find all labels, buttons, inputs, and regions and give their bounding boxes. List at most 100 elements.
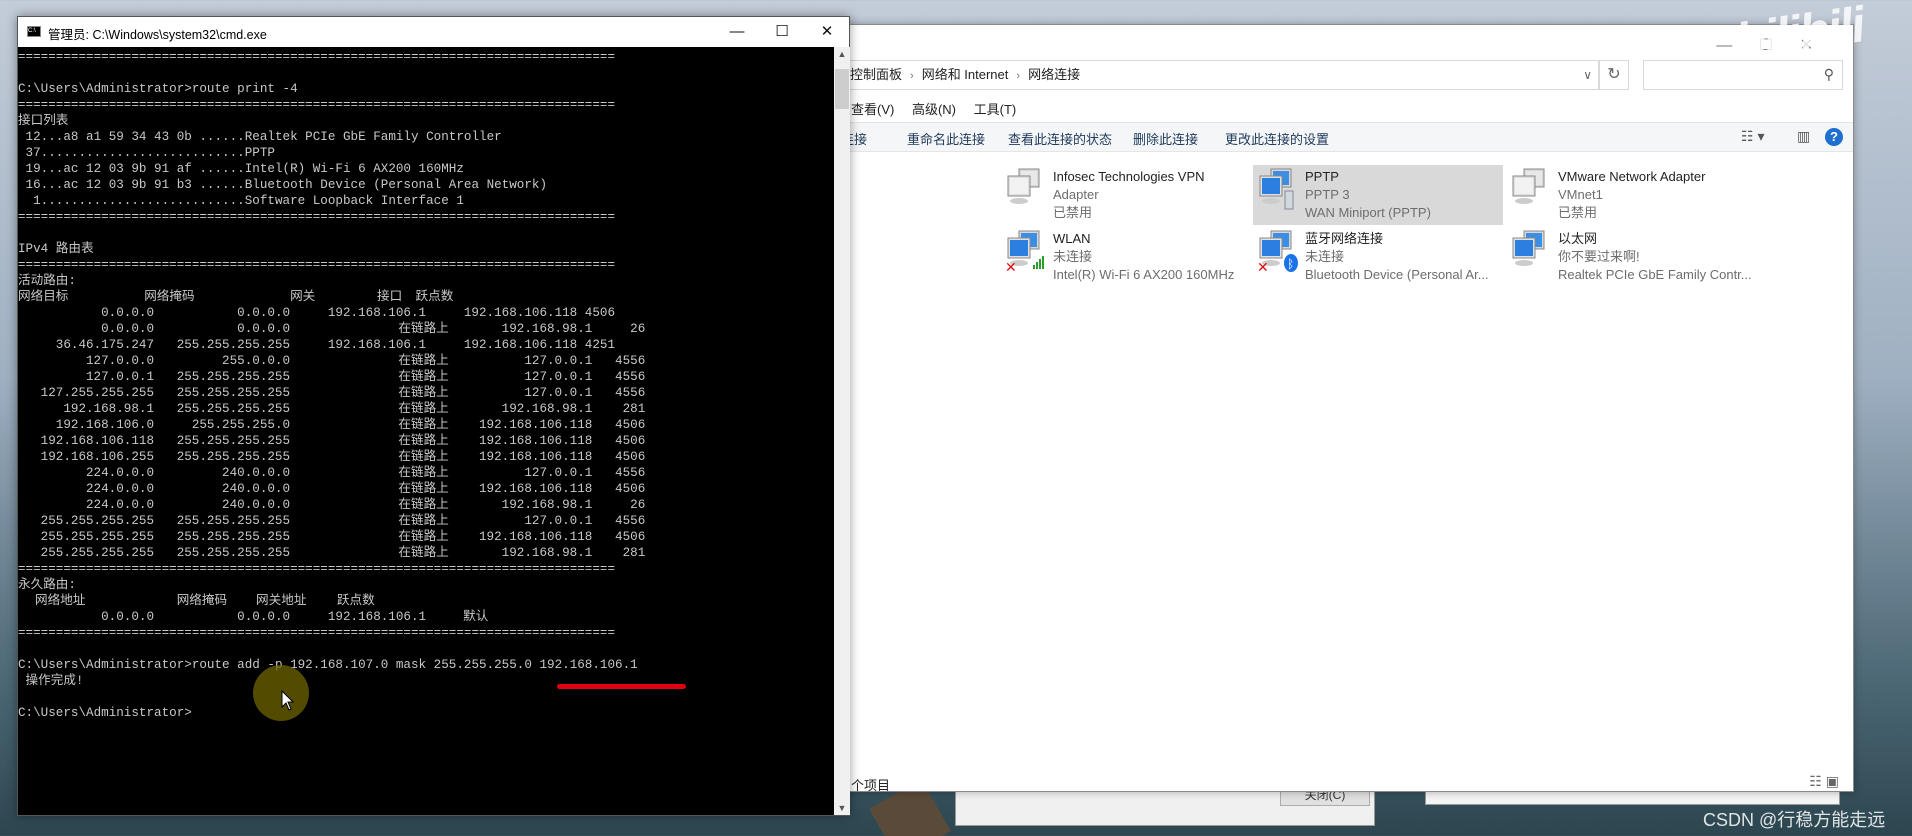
console-output[interactable]: ========================================…: [18, 47, 833, 815]
separator: ========================================…: [18, 562, 616, 576]
minimize-button[interactable]: —: [1716, 37, 1732, 54]
command-bar: 连接 重命名此连接 查看此连接的状态 删除此连接 更改此连接的设置 ☷ ▾ ▥ …: [701, 122, 1853, 152]
help-icon[interactable]: ?: [1825, 128, 1843, 146]
separator: ========================================…: [18, 50, 616, 64]
network-disabled-icon: [1510, 167, 1554, 211]
column-header: 网关地址: [256, 594, 307, 608]
csdn-watermark: CSDN @行稳方能走远: [1703, 810, 1886, 830]
route-metric: 26: [630, 498, 646, 512]
rename-connection-button[interactable]: 重命名此连接: [907, 129, 985, 148]
route-metric: 26: [630, 322, 646, 336]
column-header: 网络目标: [18, 290, 69, 304]
interface-entry: 37...........................PPTP: [18, 146, 275, 160]
connection-item[interactable]: PPTP PPTP 3 WAN Miniport (PPTP): [1253, 165, 1503, 225]
column-header: 网关: [290, 290, 316, 304]
scroll-thumb[interactable]: [835, 69, 849, 109]
interface-entry: 1...........................Software Loo…: [18, 194, 464, 208]
connection-item[interactable]: ✕ WLAN 未连接 Intel(R) Wi-Fi 6 AX200 160MHz: [1001, 227, 1251, 287]
title-bar: C:\ 管理员: C:\Windows\system32\cmd.exe — ☐…: [18, 17, 849, 47]
status-item-count: 个项目: [851, 778, 891, 793]
column-header: 接口: [376, 290, 403, 304]
item-name: 以太网: [1558, 231, 1598, 246]
menu-tools[interactable]: 工具(T): [974, 102, 1017, 117]
column-header: 网络地址: [35, 594, 86, 608]
item-name: WLAN: [1053, 231, 1091, 246]
route-metric: 4506: [615, 530, 646, 544]
connection-item[interactable]: VMware Network Adapter VMnet1 已禁用: [1506, 165, 1756, 225]
network-connections-window: — ☐ ✕ 控制面板 › 网络和 Internet › 网络连接 ∨ ↻ ⚲ 查看(V)…: [617, 24, 1854, 793]
route-metric: 4556: [615, 354, 646, 368]
view-toggle-icons[interactable]: ☷ ▣: [1809, 773, 1839, 790]
minimize-button[interactable]: —: [717, 20, 757, 44]
item-name: 蓝牙网络连接: [1305, 231, 1384, 246]
scrollbar[interactable]: ▲ ▼: [834, 47, 850, 815]
network-pptp-icon: [1257, 167, 1301, 211]
item-device: 已禁用: [1053, 205, 1093, 220]
mouse-cursor-icon: [281, 689, 295, 717]
item-device: Realtek PCIe GbE Family Contr...: [1558, 267, 1752, 282]
scroll-up-icon[interactable]: ▲: [834, 49, 850, 59]
chevron-down-icon[interactable]: ∨: [1583, 61, 1592, 89]
scroll-down-icon[interactable]: ▼: [834, 803, 850, 813]
command-line: C:\Users\Administrator>route print -4: [18, 82, 298, 96]
change-settings-button[interactable]: 更改此连接的设置: [1225, 129, 1329, 148]
route-metric: 默认: [463, 610, 489, 624]
route-metric: 4506: [615, 450, 646, 464]
section-title: 接口列表: [18, 114, 69, 128]
refresh-icon: ↻: [1607, 66, 1621, 83]
window-title: 管理员: C:\Windows\system32\cmd.exe: [48, 28, 267, 42]
route-metric: 4506: [584, 306, 616, 320]
route-metric: 281: [622, 402, 646, 416]
svg-text:✕: ✕: [1005, 259, 1017, 273]
connection-item[interactable]: Infosec Technologies VPN Adapter 已禁用: [1001, 165, 1251, 225]
network-disabled-icon: [1005, 167, 1049, 211]
section-title: 永久路由:: [18, 578, 76, 592]
route-metric: 4556: [615, 514, 646, 528]
refresh-button[interactable]: ↻: [1599, 60, 1629, 90]
svg-text:✕: ✕: [1257, 259, 1269, 273]
breadcrumb-network-internet[interactable]: 网络和 Internet: [922, 67, 1009, 82]
interface-entry: 19...ac 12 03 9b 91 af ......Intel(R) Wi…: [18, 162, 464, 176]
interface-entry: 16...ac 12 03 9b 91 b3 ......Bluetooth D…: [18, 178, 548, 192]
separator: ========================================…: [18, 98, 616, 112]
route-metric: 4506: [615, 482, 646, 496]
red-annotation-underline: [557, 684, 686, 689]
column-header: 跃点数: [415, 290, 454, 304]
address-bar[interactable]: 控制面板 › 网络和 Internet › 网络连接 ∨: [831, 60, 1599, 90]
svg-text:ᛒ: ᛒ: [1287, 257, 1294, 271]
prompt-line: C:\Users\Administrator>: [18, 706, 192, 720]
menu-advanced[interactable]: 高级(N): [912, 102, 956, 117]
route-metric: 4556: [615, 386, 646, 400]
item-status: VMnet1: [1558, 187, 1603, 202]
breadcrumb-control-panel[interactable]: 控制面板: [850, 67, 902, 82]
column-header: 跃点数: [336, 594, 375, 608]
view-status-button[interactable]: 查看此连接的状态: [1008, 129, 1112, 148]
connection-item[interactable]: 以太网 你不要过来啊! Realtek PCIe GbE Family Contr.…: [1506, 227, 1756, 287]
item-device: 已禁用: [1558, 205, 1598, 220]
menu-bar: 查看(V) 高级(N) 工具(T): [851, 99, 1030, 118]
separator: ========================================…: [18, 258, 616, 272]
connection-item[interactable]: ✕ ᛒ 蓝牙网络连接 未连接 Bluetooth Device (Personal Ar…: [1253, 227, 1503, 287]
breadcrumb-network-connections[interactable]: 网络连接: [1028, 67, 1080, 82]
route-metric: 4556: [615, 370, 646, 384]
item-name: Infosec Technologies VPN: [1053, 169, 1205, 184]
search-icon: ⚲: [1823, 66, 1834, 82]
menu-view[interactable]: 查看(V): [851, 102, 894, 117]
route-metric: 281: [622, 546, 646, 560]
item-status: Adapter: [1053, 187, 1099, 202]
item-name: PPTP: [1305, 169, 1339, 184]
close-button[interactable]: ✕: [807, 20, 847, 44]
delete-connection-button[interactable]: 删除此连接: [1133, 129, 1198, 148]
preview-pane-icon[interactable]: ▥: [1797, 128, 1810, 145]
view-options-icon[interactable]: ☷ ▾: [1741, 128, 1764, 145]
chevron-right-icon: ›: [1016, 70, 1021, 82]
cmd-icon: C:\: [27, 26, 41, 37]
route-gateway: 192.168.106.1: [327, 610, 427, 624]
bluetooth-disconnected-icon: ✕ ᛒ: [1257, 229, 1301, 275]
item-device: Intel(R) Wi-Fi 6 AX200 160MHz: [1053, 267, 1235, 282]
section-title: IPv4 路由表: [18, 242, 94, 256]
column-header: 网络掩码: [176, 594, 228, 608]
maximize-button[interactable]: ☐: [762, 20, 802, 44]
ethernet-icon: [1510, 229, 1554, 273]
chevron-right-icon: ›: [910, 70, 914, 82]
